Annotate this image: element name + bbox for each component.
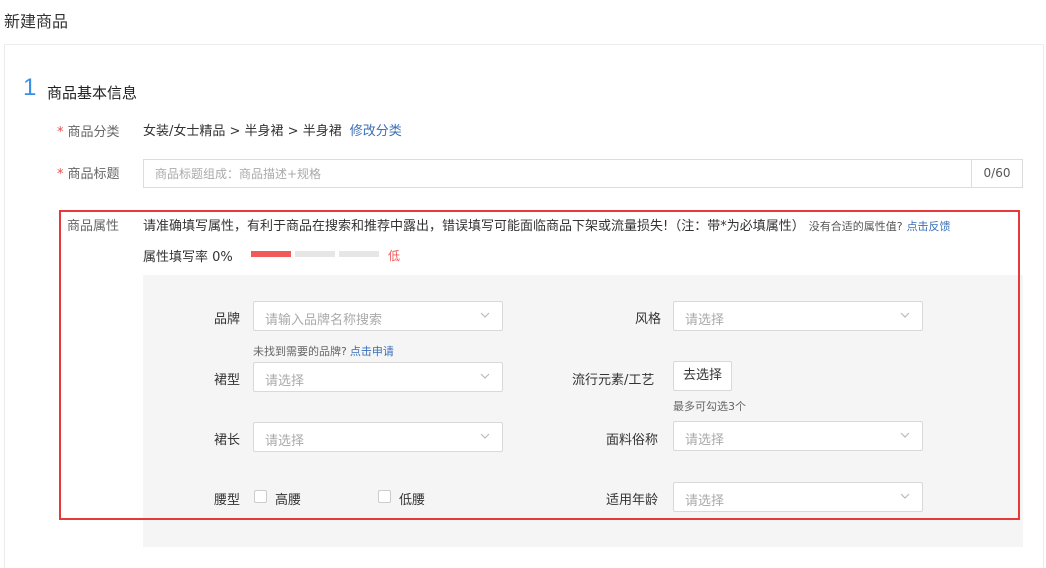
high-waist-checkbox[interactable]	[254, 490, 267, 503]
skirt-length-select[interactable]: 请选择	[253, 422, 503, 452]
skirt-type-select[interactable]: 请选择	[253, 362, 503, 392]
fabric-select[interactable]: 请选择	[673, 421, 923, 451]
select-trend-button[interactable]: 去选择	[673, 361, 732, 391]
fill-level-text: 低	[388, 249, 401, 263]
product-title-field: 0/60	[143, 159, 1023, 188]
chevron-down-icon	[900, 493, 910, 499]
style-select[interactable]: 请选择	[673, 301, 923, 331]
chevron-down-icon	[480, 373, 490, 379]
chevron-down-icon	[480, 312, 490, 318]
attributes-description: 请准确填写属性，有利于商品在搜索和推荐中露出，错误填写可能面临商品下架或流量损失…	[143, 219, 951, 234]
title-char-count: 0/60	[971, 160, 1022, 187]
chevron-down-icon	[480, 433, 490, 439]
page-title: 新建商品	[4, 12, 69, 31]
attributes-label: 商品属性	[67, 219, 120, 234]
fill-rate-bar-segment	[251, 251, 291, 257]
age-label: 适用年龄	[606, 493, 659, 508]
trend-hint: 最多可勾选3个	[673, 400, 746, 413]
waist-label: 腰型	[214, 493, 241, 508]
section-title: 商品基本信息	[47, 84, 138, 102]
chevron-down-icon	[900, 432, 910, 438]
skirt-type-placeholder: 请选择	[265, 374, 305, 389]
skirt-length-placeholder: 请选择	[265, 434, 305, 449]
fabric-label: 面料俗称	[606, 433, 659, 448]
fill-rate-bar-segment	[339, 251, 379, 257]
skirt-length-label: 裙长	[214, 433, 241, 448]
brand-hint: 未找到需要的品牌? 点击申请	[253, 345, 394, 358]
apply-brand-link[interactable]: 点击申请	[350, 345, 394, 358]
product-title-label: * 商品标题	[57, 167, 120, 182]
style-label: 风格	[635, 312, 662, 327]
age-placeholder: 请选择	[685, 494, 725, 509]
feedback-link[interactable]: 点击反馈	[907, 220, 951, 233]
fill-rate-text: 属性填写率 0%	[143, 250, 233, 265]
brand-placeholder: 请输入品牌名称搜索	[265, 313, 383, 328]
required-mark: *	[57, 125, 64, 140]
fabric-placeholder: 请选择	[685, 433, 725, 448]
category-path-text: 女装/女士精品 > 半身裙 > 半身裙	[143, 124, 342, 139]
brand-label: 品牌	[214, 312, 241, 327]
skirt-type-label: 裙型	[214, 373, 241, 388]
category-path: 女装/女士精品 > 半身裙 > 半身裙 修改分类	[143, 120, 402, 139]
edit-category-link[interactable]: 修改分类	[350, 124, 402, 139]
low-waist-checkbox[interactable]	[378, 490, 391, 503]
age-select[interactable]: 请选择	[673, 482, 923, 512]
trend-label: 流行元素/工艺	[572, 373, 655, 388]
chevron-down-icon	[900, 312, 910, 318]
required-mark: *	[57, 167, 64, 182]
brand-select[interactable]: 请输入品牌名称搜索	[253, 301, 503, 331]
product-title-input[interactable]	[144, 160, 970, 187]
section-number: 1	[23, 74, 37, 101]
category-label: * 商品分类	[57, 125, 120, 140]
high-waist-label[interactable]: 高腰	[275, 489, 301, 508]
style-placeholder: 请选择	[685, 313, 725, 328]
no-match-text: 没有合适的属性值?	[808, 220, 903, 233]
fill-rate-bar-segment	[295, 251, 335, 257]
low-waist-label[interactable]: 低腰	[399, 489, 425, 508]
